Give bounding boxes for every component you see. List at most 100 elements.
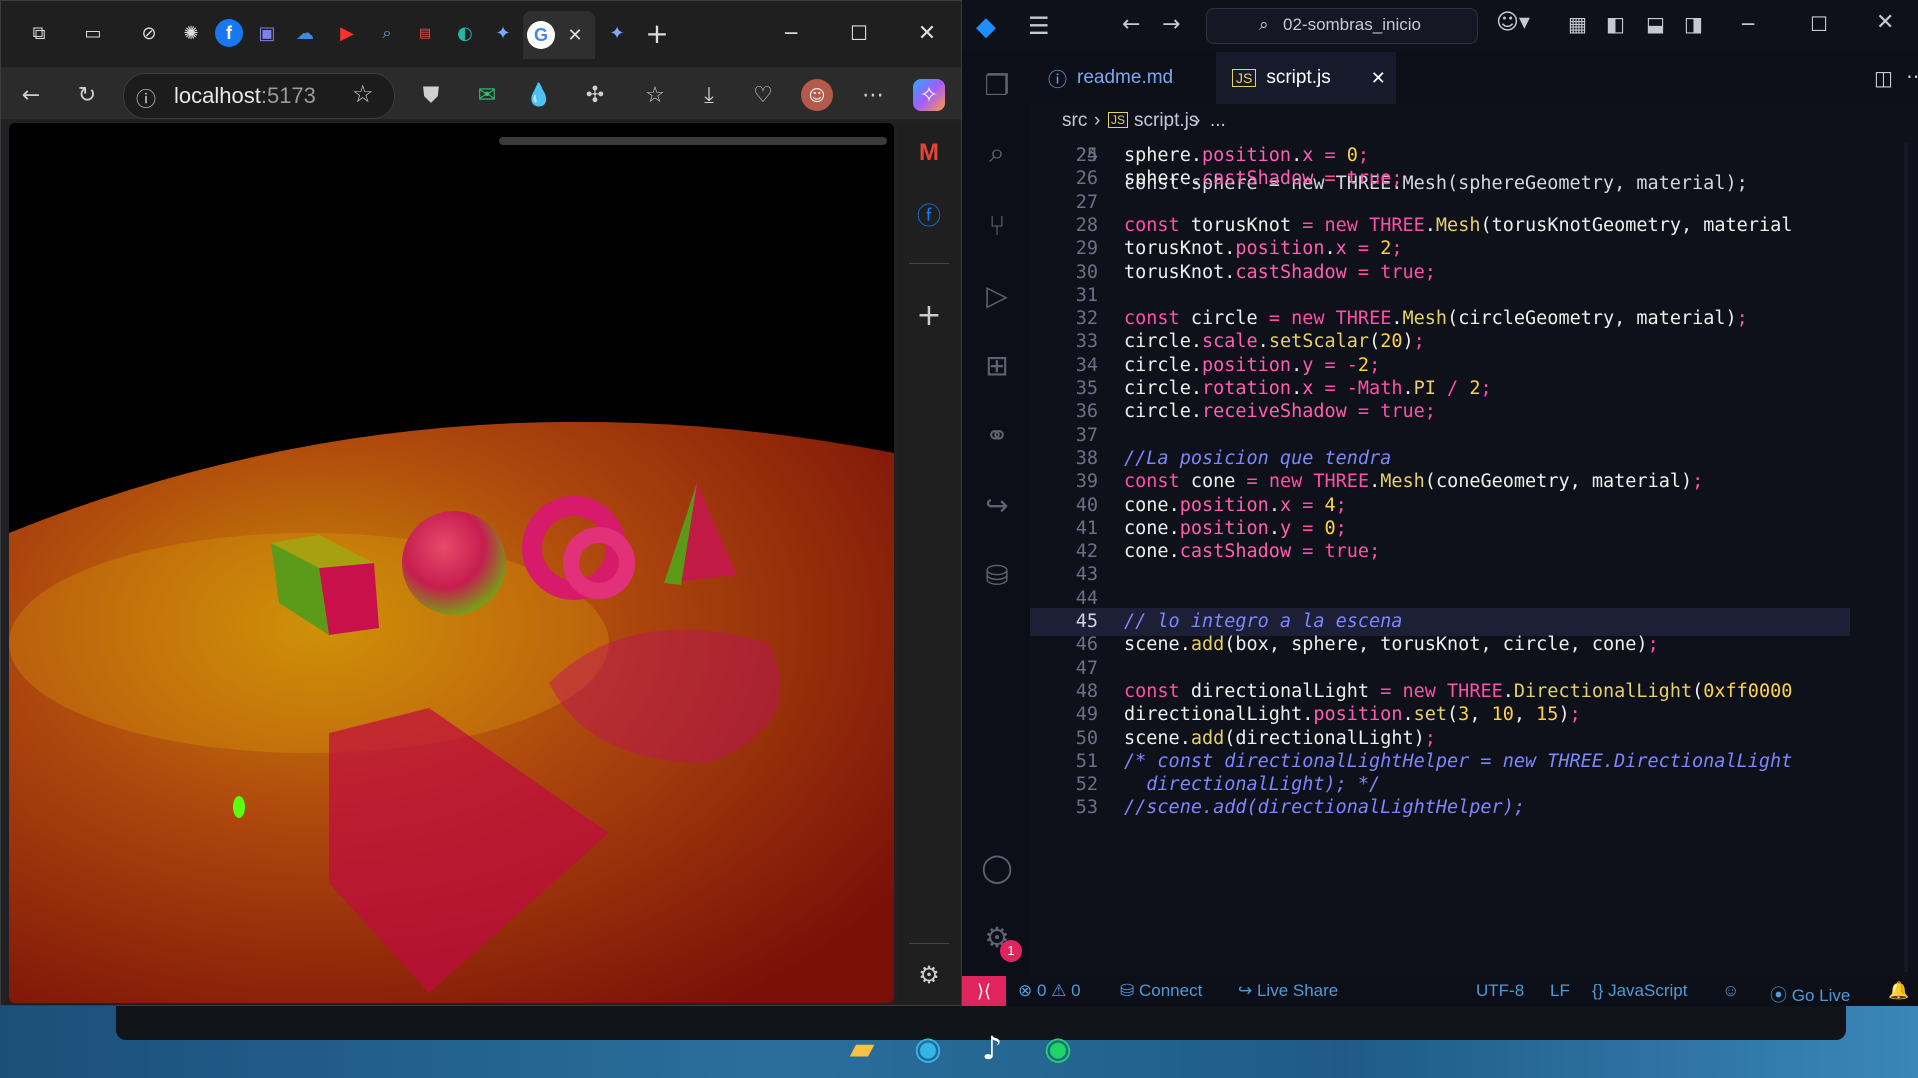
sidebar-settings-icon[interactable]: ⚙ (913, 959, 945, 991)
facebook-icon[interactable]: ⓕ (913, 197, 945, 230)
tab-script[interactable]: JS script.js ✕ (1216, 52, 1396, 104)
python-icon[interactable]: ⚭ (980, 418, 1014, 452)
light-point (233, 796, 245, 818)
file-explorer-icon[interactable]: ▰ (840, 1026, 884, 1070)
copilot-icon[interactable]: ✧ (913, 79, 945, 111)
source-control-icon[interactable]: ⑂ (980, 208, 1014, 242)
onedrive-icon[interactable]: ☁ (291, 19, 319, 47)
gmail-icon[interactable]: M (913, 137, 945, 169)
notifications-icon[interactable]: 🔔 (1888, 981, 1909, 1001)
settings-badge: 1 (1000, 940, 1022, 962)
extensions-icon[interactable]: ✣ (579, 79, 611, 111)
maximize-icon[interactable]: ☐ (1810, 12, 1828, 36)
language-label: JavaScript (1608, 981, 1688, 1000)
code-editor[interactable]: 24 const sphere = new THREE.Mesh(sphereG… (1030, 128, 1850, 974)
url-port: :5173 (260, 83, 316, 108)
encoding-status[interactable]: UTF-8 (1476, 981, 1524, 1001)
drop-extension-icon[interactable]: 💧 (523, 79, 555, 111)
more-menu-icon[interactable]: ⋯ (857, 79, 889, 111)
gemini-icon[interactable]: ✦ (489, 19, 517, 47)
close-window-icon[interactable]: ✕ (1876, 10, 1894, 35)
youtube-icon[interactable]: ▶ (333, 19, 361, 47)
profile-avatar[interactable]: ☺ (801, 79, 833, 111)
threejs-canvas[interactable] (9, 123, 894, 1003)
search-icon: ⌕ (1259, 15, 1269, 35)
edge-icon[interactable]: ◉ (906, 1026, 950, 1070)
browser-essentials-icon[interactable]: ♡ (747, 79, 779, 111)
address-bar[interactable]: ⓘ localhost:5173 ☆ (123, 73, 395, 119)
explorer-icon[interactable]: ❐ (980, 68, 1014, 102)
toggle-secondary-sidebar-icon[interactable]: ◨ (1684, 12, 1703, 36)
blocked-tab-icon[interactable]: ⊘ (135, 19, 163, 47)
extensions-icon[interactable]: ⊞ (980, 348, 1014, 382)
tab-label: readme.md (1077, 67, 1174, 88)
refresh-icon[interactable]: ↻ (71, 79, 103, 111)
toggle-sidebar-icon[interactable]: ◧ (1606, 12, 1625, 36)
language-status[interactable]: {} JavaScript (1592, 981, 1687, 1001)
pdf-icon[interactable]: ▤ (411, 19, 439, 47)
favorites-icon[interactable]: ☆ (639, 79, 671, 111)
mail-extension-icon[interactable]: ✉ (471, 79, 503, 111)
spotify-icon[interactable]: ◉ (1036, 1026, 1080, 1070)
activity-bar: ❐ ⌕ ⑂ ▷ ⊞ ⚭ ↪ ⛁ ◯ ⚙ 1 (962, 52, 1030, 976)
chatgpt-icon[interactable]: ✺ (177, 19, 205, 47)
toggle-panel-icon[interactable]: ⬓ (1646, 12, 1665, 36)
workspaces-icon[interactable]: ⧉ (25, 19, 53, 47)
remote-button[interactable]: ⟩⟨ (962, 976, 1006, 1006)
database-icon[interactable]: ⛁ (980, 558, 1014, 592)
nav-back-icon[interactable]: ← (1122, 12, 1140, 37)
search-icon[interactable]: ⌕ (980, 136, 1014, 170)
browser-window: ⧉ ▭ ⊘ ✺ f ▣ ☁ ▶ ⌕ ▤ ◐ ✦ G ✕ ✦ + ─ ☐ ✕ ← … (0, 0, 962, 1006)
split-editor-icon[interactable]: ◫ (1874, 66, 1893, 90)
command-center-search[interactable]: ⌕ 02-sombras_inicio (1206, 8, 1478, 44)
gemini-icon[interactable]: ✦ (603, 19, 631, 47)
tiktok-icon[interactable]: ♪ (970, 1026, 1014, 1070)
new-tab-icon[interactable]: + (643, 17, 671, 50)
copilot-icon[interactable]: ☺▾ (1496, 10, 1530, 35)
active-tab[interactable]: G ✕ (523, 11, 595, 59)
menu-icon[interactable]: ☰ (1028, 12, 1050, 40)
vscode-window: ◆ ☰ ← → ⌕ 02-sombras_inicio ☺▾ ▦ ◧ ⬓ ◨ ─… (962, 0, 1918, 1006)
customize-layout-icon[interactable]: ▦ (1568, 12, 1587, 36)
tab-actions-icon[interactable]: ▭ (79, 19, 107, 47)
close-tab-icon[interactable]: ✕ (1371, 68, 1386, 89)
box-mesh (319, 563, 379, 635)
page-scrollbar[interactable] (499, 137, 887, 145)
scene-render (9, 137, 894, 1003)
close-window-icon[interactable]: ✕ (913, 19, 941, 47)
close-icon[interactable]: ✕ (561, 21, 589, 49)
eol-status[interactable]: LF (1550, 981, 1570, 1001)
code-line-partial: 24 const sphere = new THREE.Mesh(sphereG… (1030, 128, 1850, 194)
tab-readme[interactable]: ⓘ readme.md (1030, 52, 1214, 104)
teams-icon[interactable]: ▣ (253, 19, 281, 47)
site-info-icon[interactable]: ⓘ (136, 83, 156, 112)
maximize-icon[interactable]: ☐ (845, 19, 873, 47)
status-bar: ⟩⟨ ⊗ 0 ⚠ 0 ⛁ Connect ↪ Live Share UTF-8 … (962, 976, 1918, 1006)
favorite-star-icon[interactable]: ☆ (352, 80, 374, 109)
url-text: localhost:5173 (174, 83, 316, 109)
minimize-icon[interactable]: ─ (1742, 12, 1754, 36)
copilot-tab-icon[interactable]: ◐ (451, 19, 479, 47)
downloads-icon[interactable]: ⤓ (693, 79, 725, 111)
accounts-icon[interactable]: ◯ (980, 850, 1014, 884)
go-live-status[interactable]: ⦿ Go Live (1770, 981, 1850, 1006)
editor-scrollbar[interactable] (1904, 142, 1908, 972)
search-icon[interactable]: ⌕ (373, 19, 401, 47)
shield-extension-icon[interactable]: ⛊ (415, 79, 447, 111)
go-live-label: Go Live (1791, 986, 1851, 1005)
minimize-icon[interactable]: ─ (777, 19, 805, 47)
error-count: 0 (1036, 981, 1047, 1000)
add-sidebar-app-icon[interactable]: + (913, 298, 945, 333)
nav-forward-icon[interactable]: → (1162, 12, 1180, 37)
sidebar-divider (909, 943, 949, 944)
run-debug-icon[interactable]: ▷ (980, 278, 1014, 312)
copilot-status-icon[interactable]: ☺ (1722, 981, 1739, 1001)
more-actions-icon[interactable]: ⋯ (1906, 64, 1918, 88)
problems-status[interactable]: ⊗ 0 ⚠ 0 (1018, 981, 1081, 1001)
back-icon[interactable]: ← (15, 79, 47, 111)
live-share-status[interactable]: ↪ Live Share (1238, 981, 1338, 1001)
live-share-icon[interactable]: ↪ (980, 488, 1014, 522)
facebook-icon[interactable]: f (215, 19, 243, 47)
js-file-icon: JS (1232, 69, 1257, 87)
connect-status[interactable]: ⛁ Connect (1120, 981, 1202, 1001)
